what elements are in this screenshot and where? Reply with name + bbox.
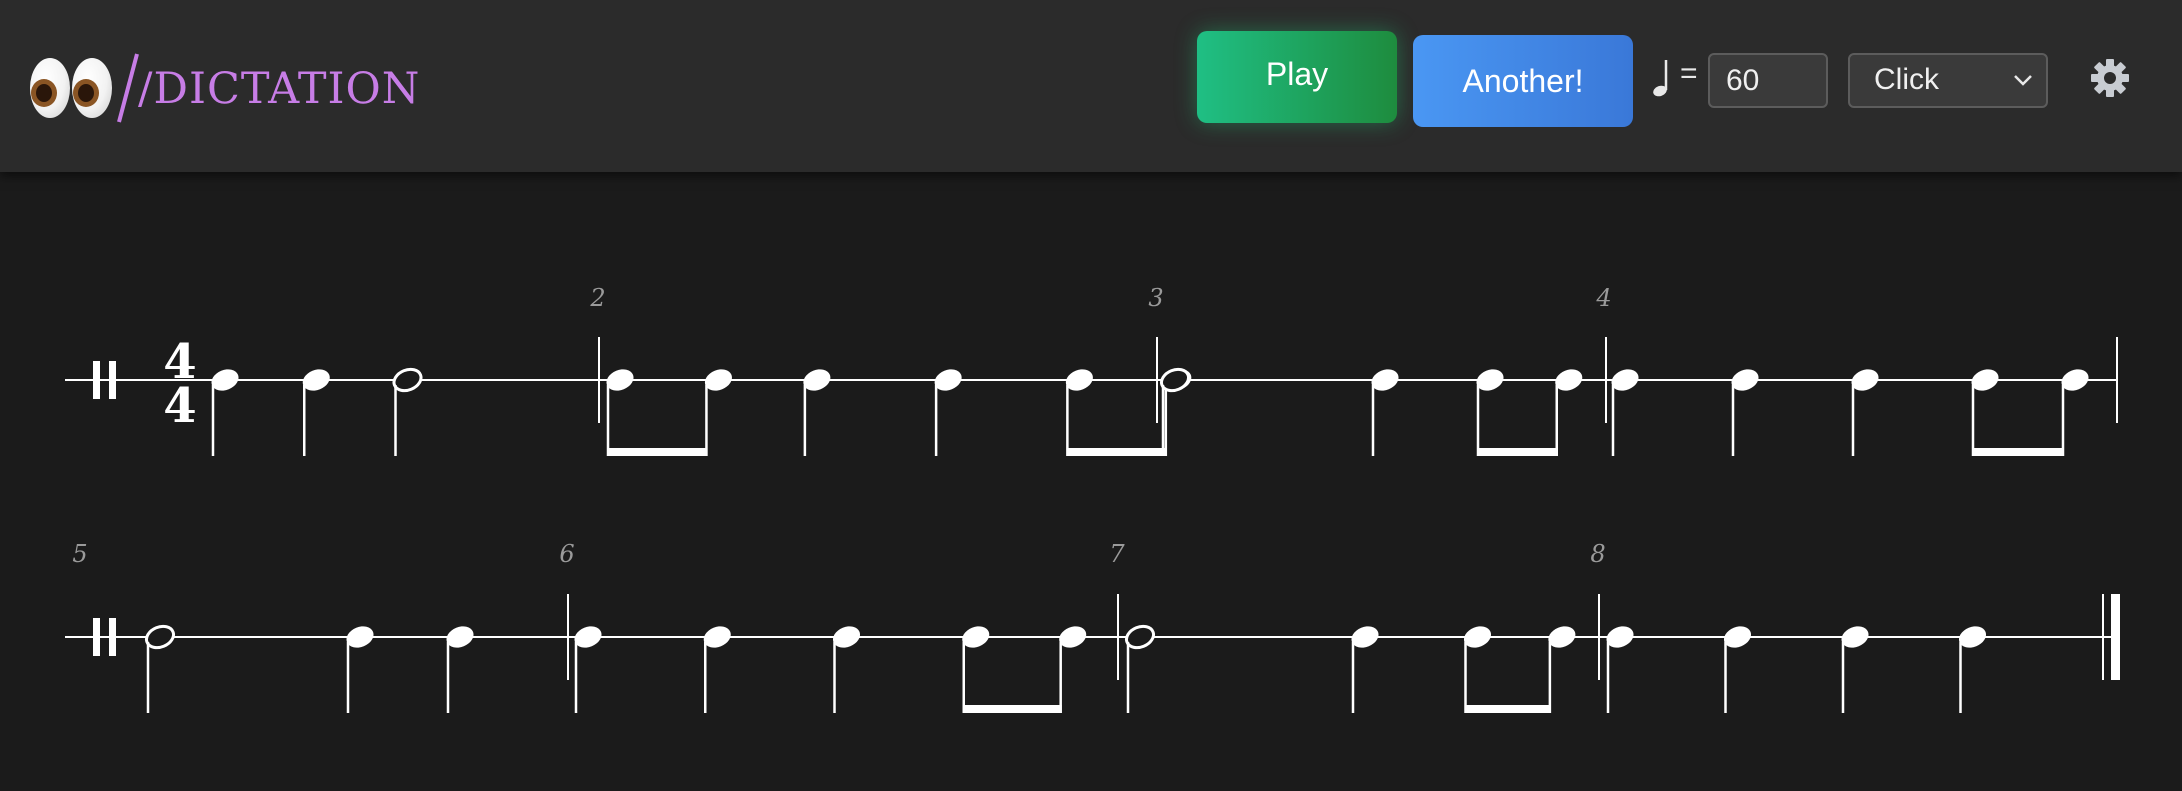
- top-bar: /DICTATION Play Another! = 60 Click: [0, 0, 2182, 172]
- percussion-clef: [93, 618, 100, 656]
- gear-icon[interactable]: [2090, 58, 2130, 98]
- play-button[interactable]: Play: [1197, 31, 1397, 123]
- chevron-down-icon: [2014, 75, 2032, 86]
- percussion-clef: [93, 361, 100, 399]
- measure-number: 6: [559, 540, 574, 568]
- final-barline: [2111, 594, 2120, 680]
- tempo-input[interactable]: 60: [1708, 53, 1828, 108]
- measure-number: 8: [1590, 540, 1605, 568]
- eyes-emoji-icon: [30, 58, 116, 120]
- quarter-note-icon: [1653, 60, 1668, 97]
- eighth-beam: [1465, 705, 1551, 713]
- percussion-clef: [109, 361, 116, 399]
- eighth-beam: [608, 448, 708, 456]
- time-signature-bottom: 4: [163, 378, 196, 434]
- eighth-beam: [963, 705, 1062, 713]
- logo-slash-icon: [117, 53, 139, 123]
- eighth-beam: [1067, 448, 1167, 456]
- sound-select[interactable]: Click: [1848, 53, 2048, 108]
- measure-number: 3: [1148, 284, 1163, 312]
- measure-number: 7: [1109, 540, 1125, 568]
- measure-number: 5: [72, 540, 87, 568]
- another-button[interactable]: Another!: [1413, 35, 1633, 127]
- measure-number: 2: [589, 284, 605, 312]
- percussion-clef: [109, 618, 116, 656]
- measure-number: 4: [1595, 284, 1611, 312]
- tempo-equals: =: [1680, 57, 1698, 90]
- eighth-beam: [1973, 448, 2064, 456]
- rhythm-score: 4 4 2 3 4 5 6 7 8: [65, 284, 2120, 713]
- sound-select-value: Click: [1874, 63, 1939, 96]
- eighth-beam: [1478, 448, 1558, 456]
- logo-text: /DICTATION: [138, 64, 421, 114]
